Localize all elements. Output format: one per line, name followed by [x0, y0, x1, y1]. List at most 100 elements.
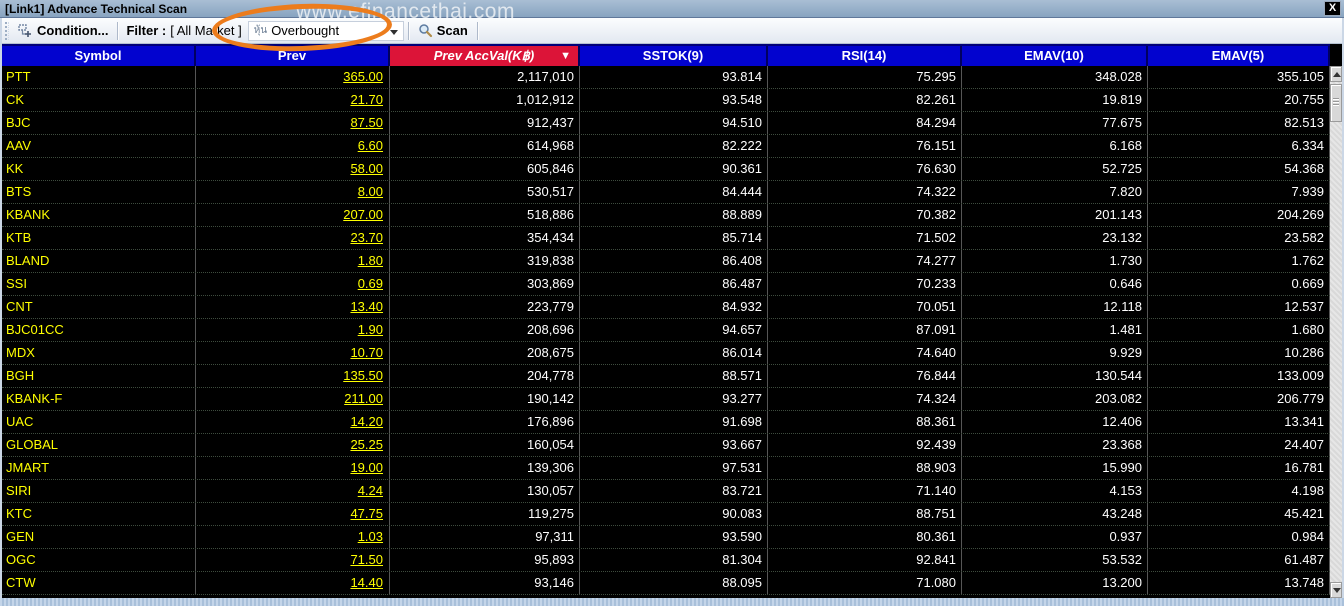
- prev-price-link[interactable]: 19.00: [196, 457, 390, 479]
- prev-price-link[interactable]: 25.25: [196, 434, 390, 456]
- prev-price-link[interactable]: 58.00: [196, 158, 390, 180]
- rsi-cell: 88.751: [768, 503, 962, 525]
- table-row-mdx[interactable]: MDX 10.70 208,675 86.014 74.640 9.929 10.286: [2, 342, 1330, 365]
- prev-price-link[interactable]: 21.70: [196, 89, 390, 111]
- table-row-kk[interactable]: KK 58.00 605,846 90.361 76.630 52.725 54.368: [2, 158, 1330, 181]
- prev-price-link[interactable]: 47.75: [196, 503, 390, 525]
- rsi-cell: 76.151: [768, 135, 962, 157]
- table-row-bgh[interactable]: BGH 135.50 204,778 88.571 76.844 130.544 133.0…: [2, 365, 1330, 388]
- prev-price-link[interactable]: 211.00: [196, 388, 390, 410]
- toolbar-grip-handle[interactable]: [5, 21, 9, 40]
- prev-price-link[interactable]: 135.50: [196, 365, 390, 387]
- scroll-down-button[interactable]: [1330, 582, 1342, 598]
- close-button[interactable]: X: [1324, 1, 1341, 16]
- prev-price-link[interactable]: 207.00: [196, 204, 390, 226]
- column-header-label: Symbol: [74, 48, 122, 63]
- prev-price-link[interactable]: 23.70: [196, 227, 390, 249]
- table-row-jmart[interactable]: JMART 19.00 139,306 97.531 88.903 15.990 16.78…: [2, 457, 1330, 480]
- prev-price-link[interactable]: 6.60: [196, 135, 390, 157]
- table-row-siri[interactable]: SIRI 4.24 130,057 83.721 71.140 4.153 4.198: [2, 480, 1330, 503]
- emav5-cell: 204.269: [1148, 204, 1330, 226]
- symbol-cell: KK: [2, 158, 196, 180]
- column-header-symbol[interactable]: Symbol: [2, 46, 196, 66]
- column-header-emav-10-[interactable]: EMAV(10): [962, 46, 1148, 66]
- emav10-cell: 13.200: [962, 572, 1148, 594]
- scan-button[interactable]: Scan: [413, 21, 473, 40]
- sstok-cell: 93.548: [580, 89, 768, 111]
- scan-type-dropdown[interactable]: หุ้น Overbought: [247, 20, 404, 41]
- table-row-cnt[interactable]: CNT 13.40 223,779 84.932 70.051 12.118 12.537: [2, 296, 1330, 319]
- table-row-bjc01cc[interactable]: BJC01CC 1.90 208,696 94.657 87.091 1.481 1.680: [2, 319, 1330, 342]
- sstok-cell: 94.510: [580, 112, 768, 134]
- sstok-cell: 84.444: [580, 181, 768, 203]
- prev-price-link[interactable]: 4.24: [196, 480, 390, 502]
- prev-price-link[interactable]: 8.00: [196, 181, 390, 203]
- prev-price-link[interactable]: 87.50: [196, 112, 390, 134]
- prev-price-link[interactable]: 1.90: [196, 319, 390, 341]
- table-row-bjc[interactable]: BJC 87.50 912,437 94.510 84.294 77.675 82.513: [2, 112, 1330, 135]
- prev-price-link[interactable]: 365.00: [196, 66, 390, 88]
- scroll-up-button[interactable]: [1330, 66, 1342, 82]
- table-row-uac[interactable]: UAC 14.20 176,896 91.698 88.361 12.406 13.341: [2, 411, 1330, 434]
- emav10-cell: 15.990: [962, 457, 1148, 479]
- condition-button[interactable]: Condition...: [13, 21, 113, 40]
- emav5-cell: 23.582: [1148, 227, 1330, 249]
- prev-acc-val-cell: 614,968: [390, 135, 580, 157]
- emav10-cell: 6.168: [962, 135, 1148, 157]
- filter-market-value: [ All Market ]: [170, 23, 242, 38]
- prev-price-link[interactable]: 71.50: [196, 549, 390, 571]
- table-row-kbank[interactable]: KBANK 207.00 518,886 88.889 70.382 201.143 204…: [2, 204, 1330, 227]
- column-header-prev-accval-k-[interactable]: Prev AccVal(K฿) ▼: [390, 46, 580, 66]
- rsi-cell: 82.261: [768, 89, 962, 111]
- rsi-cell: 87.091: [768, 319, 962, 341]
- table-row-aav[interactable]: AAV 6.60 614,968 82.222 76.151 6.168 6.334: [2, 135, 1330, 158]
- column-header-emav-5-[interactable]: EMAV(5): [1148, 46, 1330, 66]
- prev-price-link[interactable]: 13.40: [196, 296, 390, 318]
- scrollbar-thumb[interactable]: [1330, 84, 1342, 122]
- emav10-cell: 130.544: [962, 365, 1148, 387]
- prev-price-link[interactable]: 1.80: [196, 250, 390, 272]
- table-row-ogc[interactable]: OGC 71.50 95,893 81.304 92.841 53.532 61.487: [2, 549, 1330, 572]
- emav5-cell: 0.984: [1148, 526, 1330, 548]
- symbol-cell: PTT: [2, 66, 196, 88]
- table-row-kbank-f[interactable]: KBANK-F 211.00 190,142 93.277 74.324 203.082 2…: [2, 388, 1330, 411]
- rsi-cell: 74.324: [768, 388, 962, 410]
- column-header-sstok-9-[interactable]: SSTOK(9): [580, 46, 768, 66]
- prev-price-link[interactable]: 14.40: [196, 572, 390, 594]
- prev-price-link[interactable]: 1.03: [196, 526, 390, 548]
- table-row-bland[interactable]: BLAND 1.80 319,838 86.408 74.277 1.730 1.762: [2, 250, 1330, 273]
- table-row-ptt[interactable]: PTT 365.00 2,117,010 93.814 75.295 348.028 355…: [2, 66, 1330, 89]
- emav10-cell: 9.929: [962, 342, 1148, 364]
- vertical-scrollbar[interactable]: [1330, 66, 1342, 598]
- sstok-cell: 93.590: [580, 526, 768, 548]
- emav10-cell: 43.248: [962, 503, 1148, 525]
- table-row-ctw[interactable]: CTW 14.40 93,146 88.095 71.080 13.200 13.748: [2, 572, 1330, 595]
- sstok-cell: 90.083: [580, 503, 768, 525]
- table-row-gen[interactable]: GEN 1.03 97,311 93.590 80.361 0.937 0.984: [2, 526, 1330, 549]
- symbol-cell: CK: [2, 89, 196, 111]
- prev-price-link[interactable]: 10.70: [196, 342, 390, 364]
- table-row-global[interactable]: GLOBAL 25.25 160,054 93.667 92.439 23.368 24.4…: [2, 434, 1330, 457]
- emav5-cell: 133.009: [1148, 365, 1330, 387]
- prev-acc-val-cell: 139,306: [390, 457, 580, 479]
- prev-acc-val-cell: 2,117,010: [390, 66, 580, 88]
- prev-price-link[interactable]: 0.69: [196, 273, 390, 295]
- toolbar-separator: [407, 21, 409, 40]
- symbol-cell: BGH: [2, 365, 196, 387]
- table-row-bts[interactable]: BTS 8.00 530,517 84.444 74.322 7.820 7.939: [2, 181, 1330, 204]
- rsi-cell: 74.322: [768, 181, 962, 203]
- sstok-cell: 81.304: [580, 549, 768, 571]
- sstok-cell: 93.667: [580, 434, 768, 456]
- table-row-ck[interactable]: CK 21.70 1,012,912 93.548 82.261 19.819 20.755: [2, 89, 1330, 112]
- rsi-cell: 80.361: [768, 526, 962, 548]
- column-header-rsi-14-[interactable]: RSI(14): [768, 46, 962, 66]
- symbol-cell: BTS: [2, 181, 196, 203]
- table-row-ktb[interactable]: KTB 23.70 354,434 85.714 71.502 23.132 23.582: [2, 227, 1330, 250]
- table-row-ssi[interactable]: SSI 0.69 303,869 86.487 70.233 0.646 0.669: [2, 273, 1330, 296]
- column-header-prev[interactable]: Prev: [196, 46, 390, 66]
- sstok-cell: 84.932: [580, 296, 768, 318]
- window-bottom-edge: [0, 598, 1344, 606]
- table-row-ktc[interactable]: KTC 47.75 119,275 90.083 88.751 43.248 45.421: [2, 503, 1330, 526]
- prev-price-link[interactable]: 14.20: [196, 411, 390, 433]
- sort-descending-icon: ▼: [560, 50, 571, 62]
